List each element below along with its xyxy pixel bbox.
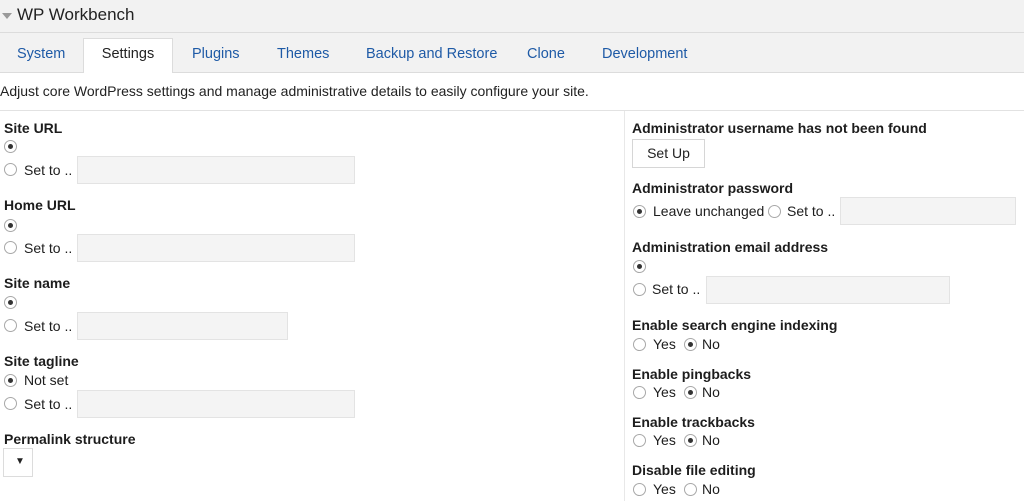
divider bbox=[0, 110, 1024, 111]
trackbacks-no-label: No bbox=[702, 432, 720, 448]
file-editing-yes-radio[interactable] bbox=[633, 483, 646, 496]
home-url-set-to-label: Set to .. bbox=[24, 240, 73, 256]
site-tagline-set-to-label: Set to .. bbox=[24, 396, 73, 412]
tab-development[interactable]: Development bbox=[602, 39, 687, 72]
search-indexing-no-radio[interactable] bbox=[684, 338, 697, 351]
site-name-label: Site name bbox=[4, 275, 71, 291]
admin-email-set-to-radio[interactable] bbox=[633, 283, 646, 296]
tab-themes[interactable]: Themes bbox=[277, 39, 329, 72]
admin-password-set-to-label: Set to .. bbox=[787, 203, 836, 219]
site-tagline-label: Site tagline bbox=[4, 353, 79, 369]
pingbacks-no-radio[interactable] bbox=[684, 386, 697, 399]
pingbacks-no-label: No bbox=[702, 384, 720, 400]
search-indexing-yes-label: Yes bbox=[653, 336, 676, 352]
permalink-structure-select[interactable]: ▼ bbox=[3, 448, 33, 477]
site-url-set-to-label: Set to .. bbox=[24, 162, 73, 178]
tab-backup-and-restore[interactable]: Backup and Restore bbox=[366, 39, 497, 72]
admin-email-current-radio[interactable] bbox=[633, 260, 646, 273]
chevron-down-icon: ▼ bbox=[15, 456, 25, 467]
file-editing-no-radio[interactable] bbox=[684, 483, 697, 496]
home-url-set-to-radio[interactable] bbox=[4, 241, 17, 254]
home-url-label: Home URL bbox=[4, 197, 76, 213]
admin-password-label: Administrator password bbox=[632, 180, 794, 196]
admin-email-input[interactable] bbox=[706, 276, 950, 304]
file-editing-no-label: No bbox=[702, 481, 720, 497]
file-editing-label: Disable file editing bbox=[632, 462, 756, 478]
admin-password-set-to-radio[interactable] bbox=[768, 205, 781, 218]
site-tagline-not-set-label: Not set bbox=[24, 372, 69, 388]
pingbacks-label: Enable pingbacks bbox=[632, 366, 752, 382]
trackbacks-no-radio[interactable] bbox=[684, 434, 697, 447]
site-url-input[interactable] bbox=[77, 156, 355, 184]
site-name-input[interactable] bbox=[77, 312, 288, 340]
site-name-set-to-label: Set to .. bbox=[24, 318, 73, 334]
site-name-set-to-radio[interactable] bbox=[4, 319, 17, 332]
app-title: WP Workbench bbox=[17, 5, 135, 24]
admin-email-label: Administration email address bbox=[632, 239, 829, 255]
file-editing-yes-label: Yes bbox=[653, 481, 676, 497]
pingbacks-yes-label: Yes bbox=[653, 384, 676, 400]
site-url-label: Site URL bbox=[4, 120, 63, 136]
pingbacks-yes-radio[interactable] bbox=[633, 386, 646, 399]
search-indexing-no-label: No bbox=[702, 336, 720, 352]
site-url-current-radio[interactable] bbox=[4, 140, 17, 153]
tab-bar: System Settings Plugins Themes Backup an… bbox=[0, 33, 1024, 73]
admin-password-input[interactable] bbox=[840, 197, 1016, 225]
admin-password-leave-unchanged-radio[interactable] bbox=[633, 205, 646, 218]
site-url-set-to-radio[interactable] bbox=[4, 163, 17, 176]
site-tagline-input[interactable] bbox=[77, 390, 355, 418]
admin-email-set-to-label: Set to .. bbox=[652, 281, 701, 297]
home-url-input[interactable] bbox=[77, 234, 355, 262]
permalink-structure-label: Permalink structure bbox=[4, 431, 136, 447]
collapse-arrow-icon[interactable] bbox=[2, 13, 12, 19]
set-up-button[interactable]: Set Up bbox=[632, 139, 705, 168]
app-header: WP Workbench bbox=[0, 0, 1024, 33]
site-tagline-set-to-radio[interactable] bbox=[4, 397, 17, 410]
trackbacks-yes-radio[interactable] bbox=[633, 434, 646, 447]
trackbacks-yes-label: Yes bbox=[653, 432, 676, 448]
home-url-current-radio[interactable] bbox=[4, 219, 17, 232]
tab-clone[interactable]: Clone bbox=[527, 39, 565, 72]
admin-username-label: Administrator username has not been foun… bbox=[632, 120, 927, 136]
site-tagline-not-set-radio[interactable] bbox=[4, 374, 17, 387]
column-divider bbox=[624, 111, 625, 501]
page-description: Adjust core WordPress settings and manag… bbox=[0, 83, 589, 99]
search-indexing-yes-radio[interactable] bbox=[633, 338, 646, 351]
trackbacks-label: Enable trackbacks bbox=[632, 414, 755, 430]
tab-settings[interactable]: Settings bbox=[83, 38, 173, 73]
search-indexing-label: Enable search engine indexing bbox=[632, 317, 838, 333]
site-name-current-radio[interactable] bbox=[4, 296, 17, 309]
tab-plugins[interactable]: Plugins bbox=[192, 39, 240, 72]
tab-system[interactable]: System bbox=[17, 39, 65, 72]
admin-password-leave-unchanged-label: Leave unchanged bbox=[653, 203, 765, 219]
